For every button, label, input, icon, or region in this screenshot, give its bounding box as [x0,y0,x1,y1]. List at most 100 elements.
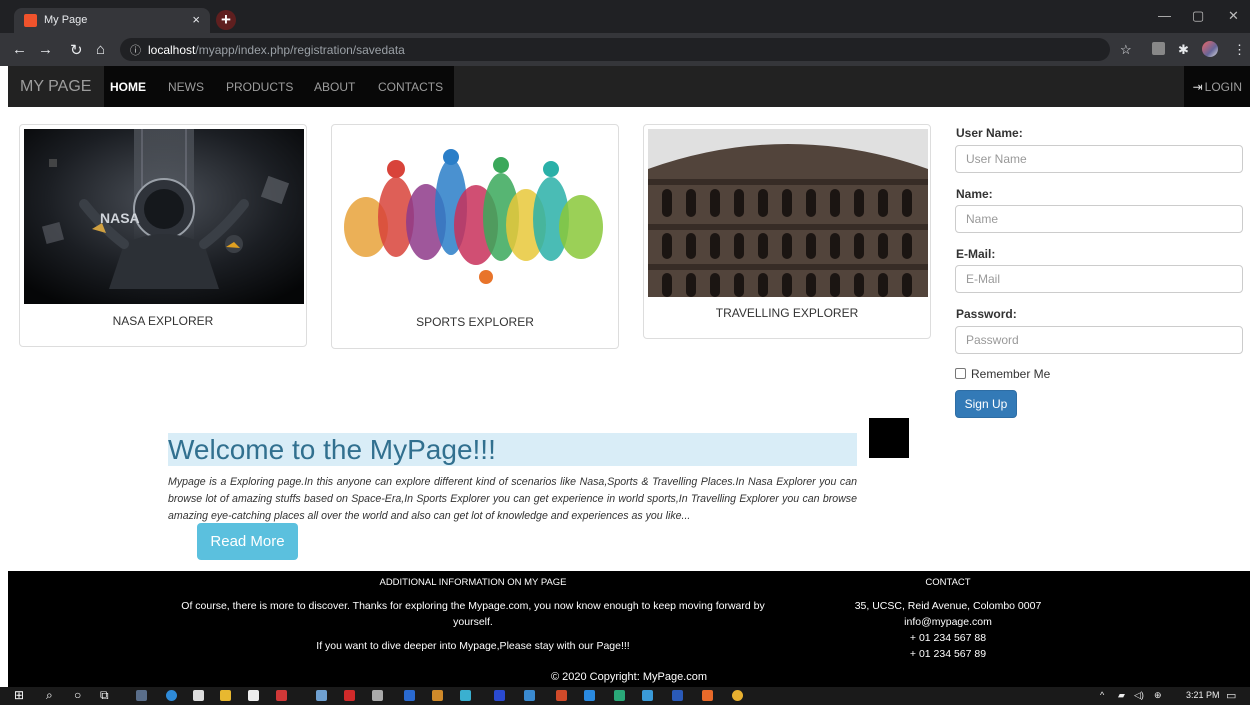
nav-news[interactable]: NEWS [168,80,204,94]
nasa-explorer-image[interactable]: NASA [24,129,304,304]
footer-copyright: © 2020 Copyright: MyPage.com [550,671,708,683]
footer-info-text-2: If you want to dive deeper into Mypage,P… [316,640,630,652]
footer-info-text-1: Of course, there is more to discover. Th… [181,600,765,628]
taskbar-app-icon[interactable] [524,690,535,701]
name-label: Name: [956,187,993,201]
card-travelling-explorer[interactable]: TRAVELLING EXPLORER [643,124,931,339]
task-view-icon[interactable]: ⧉ [100,688,109,703]
welcome-heading: Welcome to the MyPage!!! [168,434,496,465]
browser-tab[interactable]: My Page × [14,8,210,33]
url-path: /myapp/index.php/registration/savedata [195,43,405,57]
email-input[interactable] [955,265,1243,293]
taskbar-app-icon[interactable] [344,690,355,701]
remember-me-label: Remember Me [971,367,1051,381]
reload-icon[interactable]: ↻ [70,41,83,59]
site-info-icon[interactable]: ⓘ [130,42,141,58]
welcome-banner: Welcome to the MyPage!!! [168,433,857,466]
card-sports-explorer[interactable]: SPORTS EXPLORER [331,124,619,349]
taskbar-app-icon[interactable] [404,690,415,701]
mail-icon[interactable] [193,690,204,701]
tray-chevron-icon[interactable]: ^ [1100,690,1104,700]
git-icon[interactable] [556,690,567,701]
travelling-explorer-image[interactable] [648,129,928,297]
tab-title: My Page [44,14,88,26]
sports-silhouettes-illustration [344,149,603,284]
word-icon[interactable] [672,690,683,701]
edge-icon[interactable] [166,690,177,701]
sports-explorer-image[interactable] [336,147,616,287]
close-window-icon[interactable]: ✕ [1228,8,1239,24]
card-nasa-explorer[interactable]: NASA NASA EXPLORER [19,124,307,347]
search-icon[interactable]: ⌕ [46,688,53,703]
profile-avatar-icon[interactable] [1202,41,1218,57]
taskbar-app-icon[interactable] [316,690,327,701]
footer-info-heading: ADDITIONAL INFORMATION ON MY PAGE [379,577,567,588]
username-input[interactable] [955,145,1243,173]
home-icon[interactable]: ⌂ [96,41,105,58]
name-input[interactable] [955,205,1243,233]
taskbar-clock[interactable]: 3:21 PM [1186,690,1220,700]
network-icon[interactable]: ▰ [1118,690,1125,701]
login-link[interactable]: ⇥ LOGIN [1193,80,1242,94]
login-icon: ⇥ [1192,80,1203,94]
url-text: localhost/myapp/index.php/registration/s… [148,43,405,57]
card-caption-nasa: NASA EXPLORER [112,314,214,328]
extensions-puzzle-icon[interactable]: ✱ [1178,42,1189,58]
media-player-icon[interactable] [372,690,383,701]
login-label: LOGIN [1204,80,1242,94]
url-host: localhost [148,43,196,57]
taskbar-app-icon[interactable] [494,690,505,701]
taskbar-app-icon[interactable] [584,690,595,701]
new-tab-button[interactable]: + [216,10,236,30]
taskbar-app-icon[interactable] [276,690,287,701]
site-footer: ADDITIONAL INFORMATION ON MY PAGE Of cou… [8,571,1250,687]
footer-contact-heading: CONTACT [925,577,971,588]
remember-me[interactable]: Remember Me [955,367,1050,381]
nav-contacts[interactable]: CONTACTS [378,80,443,94]
welcome-text: Mypage is a Exploring page.In this anyon… [168,476,857,522]
volume-icon[interactable]: ◁) [1134,690,1144,701]
taskbar-app-icon[interactable] [614,690,625,701]
tab-close-icon[interactable]: × [192,12,200,27]
taskbar-app-icon[interactable] [136,690,147,701]
browser-toolbar: ← → ↻ ⌂ ⓘ localhost/myapp/index.php/regi… [0,33,1250,66]
xampp-icon[interactable] [702,690,713,701]
email-label: E-Mail: [956,247,996,261]
notification-icon[interactable]: ▭ [1226,689,1236,702]
minimize-icon[interactable]: — [1158,8,1171,23]
nav-home[interactable]: HOME [110,80,146,94]
maximize-icon[interactable]: ▢ [1192,8,1204,24]
remember-me-checkbox[interactable] [955,368,966,379]
language-globe-icon[interactable]: ⊕ [1154,690,1162,701]
password-input[interactable] [955,326,1243,354]
sign-up-button[interactable]: Sign Up [955,390,1017,418]
browser-tab-bar: My Page × + — ▢ ✕ [0,0,1250,33]
sublime-text-icon[interactable] [432,690,443,701]
nasa-astronaut-illustration: NASA [24,129,304,304]
taskbar-app-icon[interactable] [642,690,653,701]
nav-about[interactable]: ABOUT [314,80,355,94]
taskbar-app-icon[interactable] [460,690,471,701]
store-icon[interactable] [248,690,259,701]
footer-email[interactable]: info@mypage.com [828,614,1068,630]
file-explorer-icon[interactable] [220,690,231,701]
cortana-icon[interactable]: ○ [74,688,81,702]
password-label: Password: [956,307,1017,321]
read-more-button[interactable]: Read More [197,523,298,560]
windows-start-icon[interactable]: ⊞ [14,688,24,702]
card-caption-travelling: TRAVELLING EXPLORER [715,306,859,320]
back-icon[interactable]: ← [12,41,27,58]
nav-products[interactable]: PRODUCTS [226,80,293,94]
footer-phone-2: + 01 234 567 89 [909,648,987,660]
colosseum-photo [648,129,928,297]
bookmark-star-icon[interactable]: ☆ [1120,42,1132,58]
nasa-logo: NASA [100,210,140,226]
menu-kebab-icon[interactable]: ⋮ [1233,42,1246,58]
chrome-icon[interactable] [732,690,743,701]
site-brand[interactable]: MY PAGE [20,78,91,96]
username-label: User Name: [956,126,1023,140]
extension-icon[interactable] [1152,42,1165,55]
forward-icon[interactable]: → [38,41,53,58]
address-bar[interactable]: ⓘ localhost/myapp/index.php/registration… [120,38,1110,61]
footer-phone-1: + 01 234 567 88 [909,632,987,644]
